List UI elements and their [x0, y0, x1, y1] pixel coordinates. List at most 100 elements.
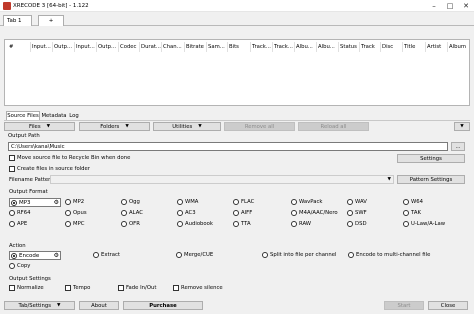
format-option-u-law-a-law[interactable]: U-Law/A-Law: [403, 221, 445, 227]
remove-all-button[interactable]: Remove all: [224, 122, 295, 131]
column-divider[interactable]: [30, 42, 31, 52]
radio[interactable]: [121, 199, 127, 205]
utilities-button[interactable]: Utilities ▼: [153, 122, 221, 131]
pattern-settings-button[interactable]: Pattern Settings: [397, 175, 465, 184]
column-header[interactable]: Chan...: [163, 44, 184, 50]
format-option-tak[interactable]: TAK: [403, 210, 421, 216]
column-header[interactable]: Sam...: [208, 44, 227, 50]
tempo-option[interactable]: Tempo: [65, 285, 90, 291]
column-header[interactable]: Bitrate: [186, 44, 206, 50]
column-header[interactable]: Bits: [229, 44, 250, 50]
radio[interactable]: [121, 221, 127, 227]
column-header[interactable]: Artist: [427, 44, 447, 50]
checkbox[interactable]: [173, 285, 179, 291]
format-option-swf[interactable]: SWF: [347, 210, 367, 216]
checkbox[interactable]: [9, 166, 15, 172]
column-header[interactable]: Track...: [274, 44, 294, 50]
purchase-button[interactable]: Purchase: [123, 301, 203, 310]
radio[interactable]: [233, 210, 239, 216]
format-option-mp3[interactable]: MP3 ⚙: [9, 198, 61, 207]
filename-pattern-input[interactable]: ▼: [50, 175, 394, 184]
radio[interactable]: [93, 252, 99, 258]
format-option-ofr[interactable]: OFR: [121, 221, 140, 227]
start-button[interactable]: Start: [384, 301, 424, 310]
column-header[interactable]: Input...: [32, 44, 52, 50]
radio[interactable]: [177, 199, 183, 205]
tab-log[interactable]: Log: [67, 111, 81, 120]
format-option-dsd[interactable]: DSD: [347, 221, 367, 227]
radio[interactable]: [9, 210, 15, 216]
output-path-input[interactable]: C:\Users\kana\Music: [8, 142, 448, 151]
column-header[interactable]: Outp...: [98, 44, 118, 50]
radio[interactable]: [347, 221, 353, 227]
reload-all-button[interactable]: Reload all: [298, 122, 369, 131]
format-option-wavpack[interactable]: WavPack: [291, 199, 322, 205]
radio[interactable]: [347, 210, 353, 216]
column-header[interactable]: Disc: [382, 44, 402, 50]
format-option-mp2[interactable]: MP2: [65, 199, 84, 205]
settings-button[interactable]: Settings: [397, 154, 465, 163]
column-header[interactable]: #: [9, 44, 30, 50]
normalize-option[interactable]: Normalize: [9, 285, 44, 291]
radio[interactable]: [177, 221, 183, 227]
radio[interactable]: [348, 252, 354, 258]
radio[interactable]: [233, 199, 239, 205]
format-option-mpc[interactable]: MPC: [65, 221, 84, 227]
tab-metadata[interactable]: Metadata: [41, 111, 67, 120]
column-divider[interactable]: [184, 42, 185, 52]
column-divider[interactable]: [316, 42, 317, 52]
column-divider[interactable]: [425, 42, 426, 52]
column-divider[interactable]: [139, 42, 140, 52]
column-header[interactable]: Title: [404, 44, 425, 50]
browse-button[interactable]: ...: [451, 142, 465, 151]
column-divider[interactable]: [294, 42, 295, 52]
radio[interactable]: [11, 199, 17, 206]
column-divider[interactable]: [447, 42, 448, 52]
radio[interactable]: [121, 210, 127, 216]
format-option-ogg[interactable]: Ogg: [121, 199, 140, 205]
radio[interactable]: [233, 221, 239, 227]
format-option-m4a-aac-nero[interactable]: M4A/AAC/Nero: [291, 210, 338, 216]
format-option-aiff[interactable]: AIFF: [233, 210, 252, 216]
column-divider[interactable]: [359, 42, 360, 52]
folders-button[interactable]: Folders ▼: [79, 122, 150, 131]
gear-icon[interactable]: ⚙: [54, 252, 60, 259]
column-divider[interactable]: [118, 42, 119, 52]
format-option-ape[interactable]: APE: [9, 221, 27, 227]
column-header[interactable]: Durat...: [141, 44, 161, 50]
format-option-w64[interactable]: W64: [403, 199, 423, 205]
column-header[interactable]: Codec: [120, 44, 139, 50]
format-option-tta[interactable]: TTA: [233, 221, 251, 227]
split-per-channel-option[interactable]: Split into file per channel: [262, 252, 336, 258]
create-in-source-folder-option[interactable]: Create files in source folder: [9, 166, 90, 172]
column-header[interactable]: Status: [340, 44, 359, 50]
column-header[interactable]: Outp...: [54, 44, 74, 50]
radio[interactable]: [9, 221, 15, 227]
radio[interactable]: [403, 221, 409, 227]
extract-option[interactable]: Extract: [93, 252, 120, 258]
checkbox[interactable]: [65, 285, 71, 291]
column-header[interactable]: Track...: [252, 44, 272, 50]
file-list-grid[interactable]: # Input... Outp... Input... Outp... Codec Dura…: [4, 39, 470, 106]
radio[interactable]: [11, 252, 17, 259]
radio[interactable]: [65, 210, 71, 216]
column-divider[interactable]: [338, 42, 339, 52]
about-button[interactable]: About: [79, 301, 119, 310]
radio[interactable]: [403, 199, 409, 205]
checkbox[interactable]: [118, 285, 124, 291]
add-tab-button[interactable]: +: [38, 15, 64, 26]
checkbox[interactable]: [9, 285, 15, 291]
more-menu-button[interactable]: ▼: [454, 122, 470, 131]
format-option-opus[interactable]: Opus: [65, 210, 87, 216]
maximize-button[interactable]: □: [442, 0, 458, 12]
copy-option[interactable]: Copy: [9, 263, 30, 269]
radio[interactable]: [65, 199, 71, 205]
column-divider[interactable]: [250, 42, 251, 52]
remove-silence-option[interactable]: Remove silence: [173, 285, 223, 291]
checkbox[interactable]: [9, 155, 15, 161]
format-option-audiobook[interactable]: Audiobook: [177, 221, 213, 227]
radio[interactable]: [177, 210, 183, 216]
minimize-button[interactable]: –: [426, 0, 442, 12]
column-header[interactable]: Input...: [76, 44, 96, 50]
merge-cue-option[interactable]: Merge/CUE: [176, 252, 213, 258]
